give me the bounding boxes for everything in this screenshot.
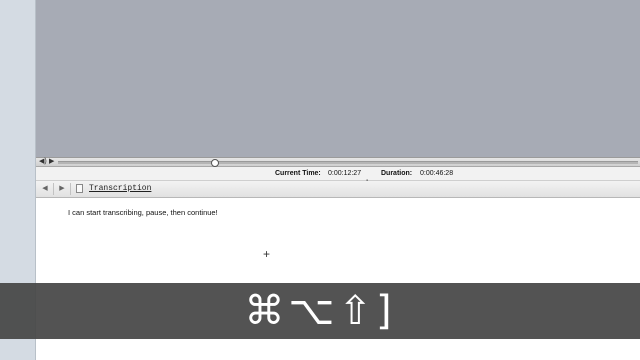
scrubber-knob[interactable] (211, 159, 219, 167)
toolbar-divider (53, 183, 54, 195)
document-toolbar: ◀ ▶ Transcription (36, 181, 640, 198)
keyboard-shortcut-overlay: ⌘⌥⇧] (0, 283, 640, 339)
time-info-bar: Current Time: 0:00:12:27 Duration: 0:00:… (36, 167, 640, 184)
speaker-icon[interactable]: ◀) (39, 158, 47, 166)
transport-bar: ◀) ▶ (36, 157, 640, 167)
video-area[interactable] (36, 0, 640, 157)
duration-label: Duration: (381, 170, 413, 177)
back-arrow-icon[interactable]: ◀ (40, 184, 50, 194)
crosshair-cursor-icon: + (263, 247, 271, 261)
duration-value: 0:00:46:28 (420, 170, 454, 177)
play-icon[interactable]: ▶ (49, 158, 54, 166)
forward-arrow-icon[interactable]: ▶ (57, 184, 67, 194)
shortcut-keys: ⌘⌥⇧] (244, 288, 396, 334)
current-time-label: Current Time: (275, 170, 321, 177)
transcript-text[interactable]: I can start transcribing, pause, then co… (68, 208, 218, 218)
toolbar-divider (70, 183, 71, 195)
document-title[interactable]: Transcription (89, 184, 151, 194)
current-time-value: 0:00:12:27 (328, 170, 362, 177)
app-window: ◀) ▶ Current Time: 0:00:12:27 Duration: … (0, 0, 640, 360)
scrubber-track[interactable] (58, 159, 638, 167)
document-icon (76, 184, 83, 193)
